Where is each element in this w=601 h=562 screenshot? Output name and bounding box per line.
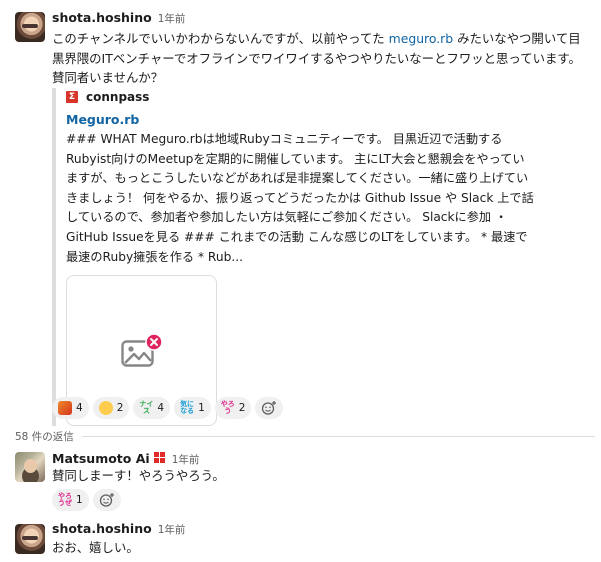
service-name: connpass xyxy=(86,90,150,104)
add-reaction-button[interactable] xyxy=(255,397,284,419)
yarou-icon: やろう xyxy=(220,400,235,415)
status-badge-icon xyxy=(152,451,166,464)
reaction-raised-hands[interactable]: 2 xyxy=(92,397,130,419)
kininaru-icon: 気に なる xyxy=(180,400,195,415)
message-text: おお、嬉しい。 xyxy=(52,540,139,555)
reply-count: 58 件の返信 xyxy=(15,430,74,443)
author-name[interactable]: shota.hoshino xyxy=(52,521,152,536)
reactions-reply: やろ うぜ 1 xyxy=(52,489,121,511)
fire-icon xyxy=(58,401,72,415)
yarou-icon: やろ うぜ xyxy=(58,492,72,507)
add-emoji-icon xyxy=(262,401,277,415)
reactions-main: 4 2 ナイス 4 気に なる 1 やろう 2 xyxy=(52,397,284,419)
raised-hands-icon xyxy=(98,401,113,415)
thread-replies-divider: 58 件の返信 xyxy=(15,428,595,444)
message-text: このチャンネルでいいかわからないんですが、以前やってた meguro.rb みた… xyxy=(52,31,581,85)
avatar[interactable] xyxy=(15,12,45,42)
meguro-rb-link[interactable]: meguro.rb xyxy=(389,31,454,46)
timestamp[interactable]: 1年前 xyxy=(172,452,200,467)
message-text: 賛同しまーす！やろうやろう。 xyxy=(52,468,225,483)
connpass-icon: Σ xyxy=(66,91,78,103)
add-emoji-icon xyxy=(99,493,114,507)
reaction-nice[interactable]: ナイス 4 xyxy=(133,397,171,419)
unfurl-service: Σ connpass xyxy=(66,88,552,106)
divider-line xyxy=(81,435,595,437)
author-name[interactable]: shota.hoshino xyxy=(52,10,152,25)
timestamp[interactable]: 1年前 xyxy=(158,11,186,26)
avatar[interactable] xyxy=(15,524,45,554)
reaction-yarou[interactable]: やろ うぜ 1 xyxy=(52,489,89,511)
link-unfurl: Σ connpass Meguro.rb ### WHAT Meguro.rbは… xyxy=(52,88,552,427)
nice-icon: ナイス xyxy=(139,400,154,415)
unfurl-description: ### WHAT Meguro.rbは地域Rubyコミュニティーです。 目黒近辺… xyxy=(66,132,534,264)
reaction-kininaru[interactable]: 気に なる 1 xyxy=(174,397,211,419)
avatar[interactable] xyxy=(15,452,45,482)
add-reaction-button[interactable] xyxy=(92,489,121,511)
timestamp[interactable]: 1年前 xyxy=(158,522,186,537)
unfurl-title[interactable]: Meguro.rb xyxy=(66,110,552,130)
broken-image-icon xyxy=(121,333,163,367)
reaction-yarou[interactable]: やろう 2 xyxy=(214,397,252,419)
author-name[interactable]: Matsumoto Ai xyxy=(52,451,150,466)
reaction-fire[interactable]: 4 xyxy=(52,397,89,419)
